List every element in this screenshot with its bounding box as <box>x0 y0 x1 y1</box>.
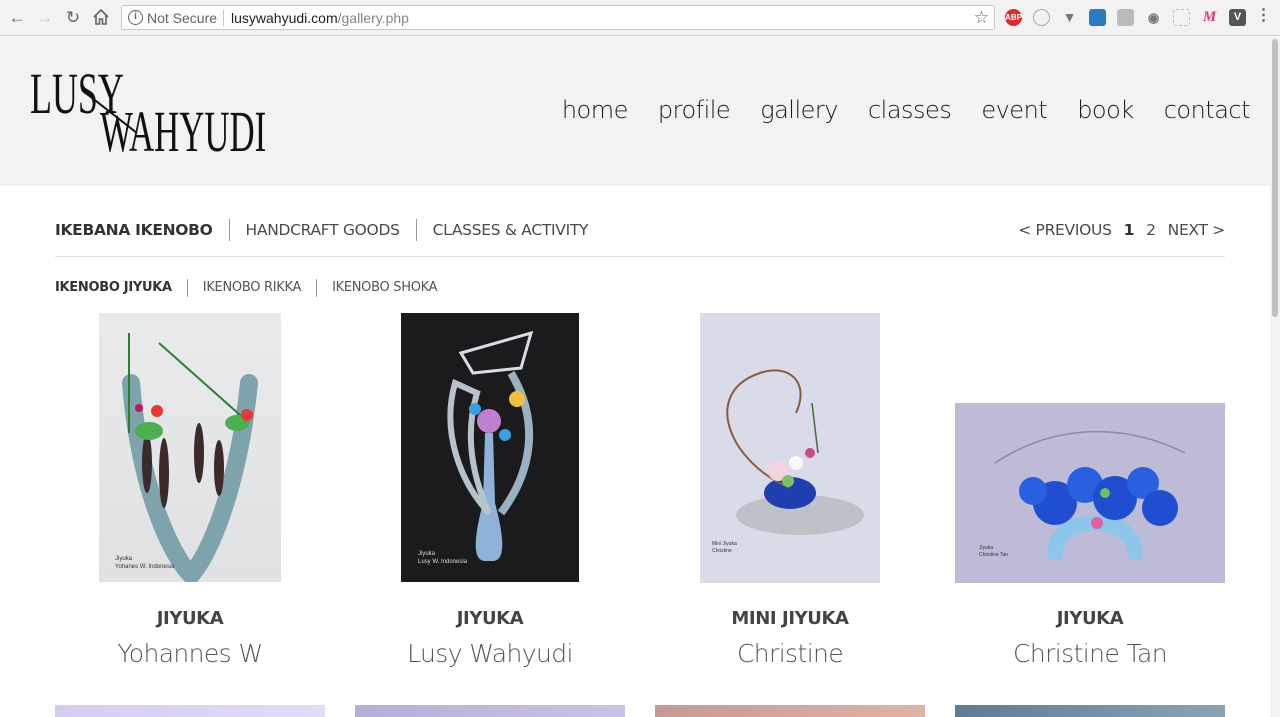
nav-home[interactable]: home <box>562 96 629 124</box>
pagination: < PREVIOUS 1 2 NEXT > <box>1018 218 1225 242</box>
artwork-artist[interactable]: Yohannes W <box>55 639 325 668</box>
artwork-image[interactable]: Jiyuka Yohanes W. Indonesia <box>99 313 281 582</box>
artwork-image[interactable] <box>655 705 925 717</box>
divider <box>223 10 224 26</box>
grid-extension-icon[interactable] <box>1173 9 1190 26</box>
next-page-link[interactable]: NEXT > <box>1168 221 1226 239</box>
svg-text:Christine: Christine <box>712 548 732 554</box>
svg-text:Jiyuka: Jiyuka <box>979 545 993 551</box>
site-header: LUSY WAHYUDI home profile gallery classe… <box>0 37 1270 186</box>
reload-icon[interactable]: ↻ <box>63 8 83 28</box>
artwork-artist[interactable]: Christine <box>655 639 925 668</box>
nav-book[interactable]: book <box>1077 96 1134 124</box>
scrollbar-thumb[interactable] <box>1272 39 1278 317</box>
gallery-card[interactable]: Jiyuka Christine Tan JIYUKA Christine Ta… <box>955 313 1225 683</box>
circle-extension-icon[interactable] <box>1033 9 1050 26</box>
gray-extension-icon[interactable] <box>1117 9 1134 26</box>
svg-text:Christine Tan: Christine Tan <box>979 552 1008 558</box>
artwork-artist[interactable]: Christine Tan <box>955 639 1225 668</box>
nav-classes[interactable]: classes <box>868 96 952 124</box>
category-classes-activity[interactable]: CLASSES & ACTIVITY <box>415 219 605 241</box>
gallery-card[interactable]: Jiyuka Lusy W. Indonesia JIYUKA Lusy Wah… <box>355 313 625 683</box>
category-filter: IKEBANA IKENOBO HANDCRAFT GOODS CLASSES … <box>55 218 604 242</box>
page-link-1[interactable]: 1 <box>1124 221 1135 239</box>
svg-text:Lusy W. Indonesia: Lusy W. Indonesia <box>418 559 468 565</box>
nav-profile[interactable]: profile <box>658 96 731 124</box>
browser-toolbar: ← → ↻ i Not Secure lusywahyudi.com/galle… <box>0 0 1280 36</box>
artwork-image[interactable]: Jiyuka Christine Tan <box>955 403 1225 583</box>
artwork-image[interactable] <box>355 705 625 717</box>
vee-extension-icon[interactable]: ▼ <box>1061 9 1078 26</box>
svg-text:Mini Jiyuka: Mini Jiyuka <box>712 541 737 547</box>
page-scrollbar[interactable] <box>1270 37 1280 717</box>
camera-extension-icon[interactable]: ◉ <box>1145 9 1162 26</box>
category-handcraft-goods[interactable]: HANDCRAFT GOODS <box>228 219 416 241</box>
artwork-image[interactable] <box>55 705 325 717</box>
nav-gallery[interactable]: gallery <box>760 96 838 124</box>
gallery-card[interactable]: Jiyuka Yohanes W. Indonesia JIYUKA Yohan… <box>55 313 325 683</box>
adblock-extension-icon[interactable]: ABP <box>1005 9 1022 26</box>
category-ikebana-ikenobo[interactable]: IKEBANA IKENOBO <box>55 219 229 241</box>
svg-text:Yohanes W. Indonesia: Yohanes W. Indonesia <box>115 564 175 570</box>
url-text[interactable]: lusywahyudi.com/gallery.php <box>231 10 409 26</box>
artwork-category: JIYUKA <box>156 608 224 629</box>
artwork-image[interactable]: Mini Jiyuka Christine <box>700 313 880 583</box>
nav-contact[interactable]: contact <box>1164 96 1251 124</box>
home-icon[interactable] <box>91 8 111 28</box>
svg-text:Jiyuka: Jiyuka <box>418 551 436 557</box>
m-extension-icon[interactable]: M <box>1201 9 1218 26</box>
security-label: Not Secure <box>147 10 218 26</box>
back-icon[interactable]: ← <box>7 8 27 28</box>
artwork-category: JIYUKA <box>1056 608 1124 629</box>
forward-icon[interactable]: → <box>35 8 55 28</box>
artwork-image[interactable] <box>955 705 1225 717</box>
bookmark-star-icon[interactable]: ☆ <box>974 8 989 28</box>
info-icon[interactable]: i <box>128 10 143 25</box>
subcategory-ikenobo-rikka[interactable]: IKENOBO RIKKA <box>186 279 316 297</box>
site-logo[interactable]: LUSY WAHYUDI <box>30 65 266 161</box>
artwork-artist[interactable]: Lusy Wahyudi <box>355 639 625 668</box>
artwork-category: JIYUKA <box>456 608 524 629</box>
subcategory-ikenobo-shoka[interactable]: IKENOBO SHOKA <box>316 279 452 297</box>
nav-event[interactable]: event <box>981 96 1047 124</box>
subcategory-filter: IKENOBO JIYUKA IKENOBO RIKKA IKENOBO SHO… <box>55 278 452 298</box>
page-link-2[interactable]: 2 <box>1146 221 1156 239</box>
blue-extension-icon[interactable] <box>1089 9 1106 26</box>
previous-page-link[interactable]: < PREVIOUS <box>1018 221 1112 239</box>
subcategory-ikenobo-jiyuka[interactable]: IKENOBO JIYUKA <box>55 279 187 297</box>
logo-text-last: WAHYUDI <box>100 99 267 164</box>
filter-divider <box>55 256 1225 257</box>
svg-text:Jiyuka: Jiyuka <box>115 556 133 562</box>
main-nav: home profile gallery classes event book … <box>562 96 1251 124</box>
menu-icon[interactable]: ⋮ <box>1255 8 1272 26</box>
v-extension-icon[interactable]: V <box>1229 9 1246 26</box>
artwork-image[interactable]: Jiyuka Lusy W. Indonesia <box>401 313 579 582</box>
address-bar[interactable]: i Not Secure lusywahyudi.com/gallery.php… <box>121 5 995 30</box>
gallery-card[interactable]: Mini Jiyuka Christine MINI JIYUKA Christ… <box>655 313 925 683</box>
artwork-category: MINI JIYUKA <box>731 608 849 629</box>
